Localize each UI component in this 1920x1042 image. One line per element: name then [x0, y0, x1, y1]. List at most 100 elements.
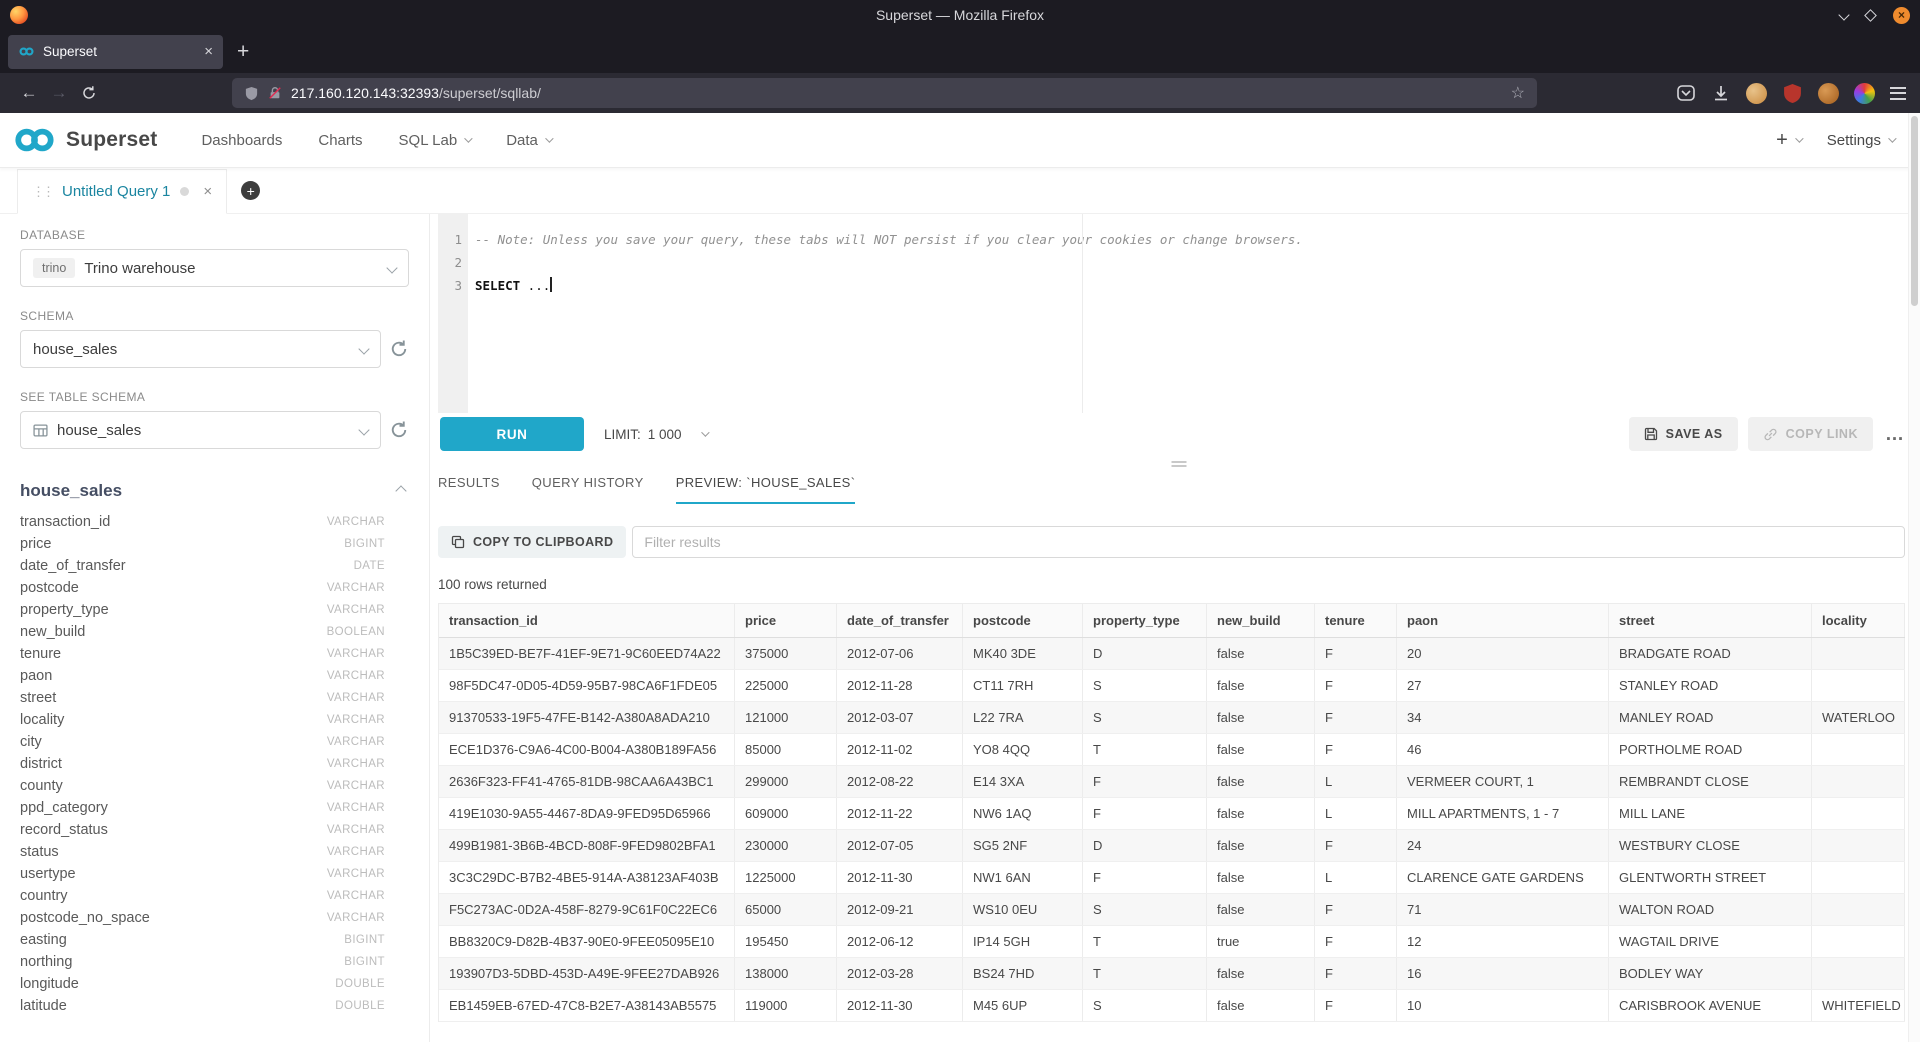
cell-tenure: F: [1315, 702, 1397, 733]
save-as-button[interactable]: SAVE AS: [1629, 417, 1738, 451]
table-column-row: district VARCHAR: [20, 753, 385, 775]
new-browser-tab-button[interactable]: +: [237, 41, 249, 62]
forward-button[interactable]: →: [44, 83, 74, 103]
url-host: 217.160.120.143:32393: [291, 85, 439, 101]
cell-date-of-transfer: 2012-09-21: [837, 894, 963, 925]
table-column-row: northing BIGINT: [20, 951, 385, 973]
limit-dropdown[interactable]: LIMIT: 1 000: [604, 427, 707, 442]
cell-date-of-transfer: 2012-07-06: [837, 638, 963, 669]
settings-menu[interactable]: Settings: [1827, 132, 1894, 149]
query-tab-close-icon[interactable]: ×: [203, 183, 212, 200]
column-header-cell[interactable]: postcode: [963, 604, 1083, 637]
nav-link[interactable]: Dashboards: [201, 132, 282, 149]
add-query-tab-button[interactable]: +: [241, 181, 260, 200]
table-column-row: new_build BOOLEAN: [20, 621, 385, 643]
column-header-cell[interactable]: transaction_id: [439, 604, 735, 637]
bookmark-star-icon[interactable]: ☆: [1511, 83, 1525, 103]
editor-print-margin: [1082, 214, 1083, 413]
results-tab[interactable]: PREVIEW: `HOUSE_SALES`: [676, 475, 856, 504]
scrollbar-thumb[interactable]: [1911, 116, 1918, 306]
more-actions-button[interactable]: …: [1885, 425, 1905, 444]
table-row: F5C273AC-0D2A-458F-8279-9C61F0C22EC6 650…: [439, 894, 1905, 926]
schema-select-value: house_sales: [33, 341, 351, 358]
url-bar[interactable]: 217.160.120.143:32393/superset/sqllab/ ☆: [232, 78, 1537, 108]
column-header-cell[interactable]: street: [1609, 604, 1812, 637]
cell-street: BODLEY WAY: [1609, 958, 1812, 989]
maximize-icon[interactable]: [1864, 9, 1877, 22]
refresh-schema-icon[interactable]: [389, 339, 409, 359]
cell-postcode: IP14 5GH: [963, 926, 1083, 957]
extension-ublock-icon[interactable]: [1782, 83, 1803, 104]
column-name: paon: [20, 668, 327, 684]
cell-street: BRADGATE ROAD: [1609, 638, 1812, 669]
column-name: district: [20, 756, 327, 772]
chevron-down-icon: [386, 262, 397, 273]
column-header-cell[interactable]: property_type: [1083, 604, 1207, 637]
sql-editor[interactable]: 123 -- Note: Unless you save your query,…: [438, 214, 1920, 413]
column-header-cell[interactable]: locality: [1812, 604, 1905, 637]
column-header-cell[interactable]: tenure: [1315, 604, 1397, 637]
cell-postcode: NW1 6AN: [963, 862, 1083, 893]
copy-to-clipboard-button[interactable]: COPY TO CLIPBOARD: [438, 526, 626, 558]
cell-tenure: L: [1315, 862, 1397, 893]
schema-select[interactable]: house_sales: [20, 330, 381, 368]
nav-link[interactable]: Charts: [318, 132, 362, 149]
table-select[interactable]: house_sales: [20, 411, 381, 449]
superset-logo[interactable]: Superset: [12, 127, 157, 153]
window-close-icon[interactable]: ×: [1893, 7, 1910, 24]
extension-pinwheel-icon[interactable]: [1854, 83, 1875, 104]
minimize-icon[interactable]: [1838, 9, 1849, 20]
menu-icon[interactable]: [1890, 87, 1906, 100]
pocket-icon[interactable]: [1676, 83, 1696, 103]
table-row: 2636F323-FF41-4765-81DB-98CAA6A43BC1 299…: [439, 766, 1905, 798]
tracking-shield-icon[interactable]: [244, 86, 259, 101]
browser-tab-superset[interactable]: Superset ×: [8, 35, 223, 69]
column-name: northing: [20, 954, 344, 970]
cell-locality: [1812, 926, 1905, 957]
cell-tenure: F: [1315, 926, 1397, 957]
extension-badger-icon[interactable]: [1746, 83, 1767, 104]
page-scrollbar[interactable]: [1908, 113, 1920, 1042]
column-header-cell[interactable]: date_of_transfer: [837, 604, 963, 637]
refresh-table-icon[interactable]: [389, 420, 409, 440]
cell-tenure: F: [1315, 638, 1397, 669]
cell-paon: MILL APARTMENTS, 1 - 7: [1397, 798, 1609, 829]
line-number: 3: [438, 274, 462, 297]
column-header-cell[interactable]: price: [735, 604, 837, 637]
column-header-cell[interactable]: new_build: [1207, 604, 1315, 637]
drag-handle-icon[interactable]: ⋮⋮: [32, 184, 52, 200]
text-cursor: [550, 277, 552, 292]
column-header-cell[interactable]: paon: [1397, 604, 1609, 637]
cell-date-of-transfer: 2012-07-05: [837, 830, 963, 861]
tab-close-icon[interactable]: ×: [204, 43, 213, 60]
cell-street: CARISBROOK AVENUE: [1609, 990, 1812, 1021]
cell-new-build: false: [1207, 862, 1315, 893]
add-new-menu[interactable]: +: [1776, 129, 1801, 152]
cell-price: 230000: [735, 830, 837, 861]
reload-button[interactable]: [74, 85, 104, 101]
back-button[interactable]: ←: [14, 83, 44, 103]
results-tab[interactable]: QUERY HISTORY: [532, 475, 644, 504]
table-schema-panel-header[interactable]: house_sales: [20, 481, 405, 501]
column-type: DOUBLE: [335, 978, 385, 990]
nav-dropdown[interactable]: SQL Lab: [399, 132, 471, 149]
editor-code-area[interactable]: -- Note: Unless you save your query, the…: [468, 214, 1920, 413]
downloads-icon[interactable]: [1711, 83, 1731, 103]
insecure-lock-icon[interactable]: [268, 86, 282, 100]
filter-results-input[interactable]: [632, 526, 1905, 558]
table-row: BB8320C9-D82B-4B37-90E0-9FEE05095E10 195…: [439, 926, 1905, 958]
extension-monkey-icon[interactable]: [1818, 83, 1839, 104]
column-type: DATE: [354, 560, 385, 572]
collapse-chevron-up-icon[interactable]: [395, 485, 406, 496]
cell-postcode: CT11 7RH: [963, 670, 1083, 701]
splitter-drag-handle[interactable]: [1172, 461, 1187, 467]
run-button[interactable]: RUN: [440, 417, 584, 451]
nav-dropdown[interactable]: Data: [506, 132, 551, 149]
cell-street: MILL LANE: [1609, 798, 1812, 829]
cell-postcode: WS10 0EU: [963, 894, 1083, 925]
database-select[interactable]: trino Trino warehouse: [20, 249, 409, 287]
copy-link-button[interactable]: COPY LINK: [1748, 417, 1873, 451]
query-tab-active[interactable]: ⋮⋮ Untitled Query 1 ×: [17, 169, 227, 214]
results-tab[interactable]: RESULTS: [438, 475, 500, 504]
cell-new-build: true: [1207, 926, 1315, 957]
